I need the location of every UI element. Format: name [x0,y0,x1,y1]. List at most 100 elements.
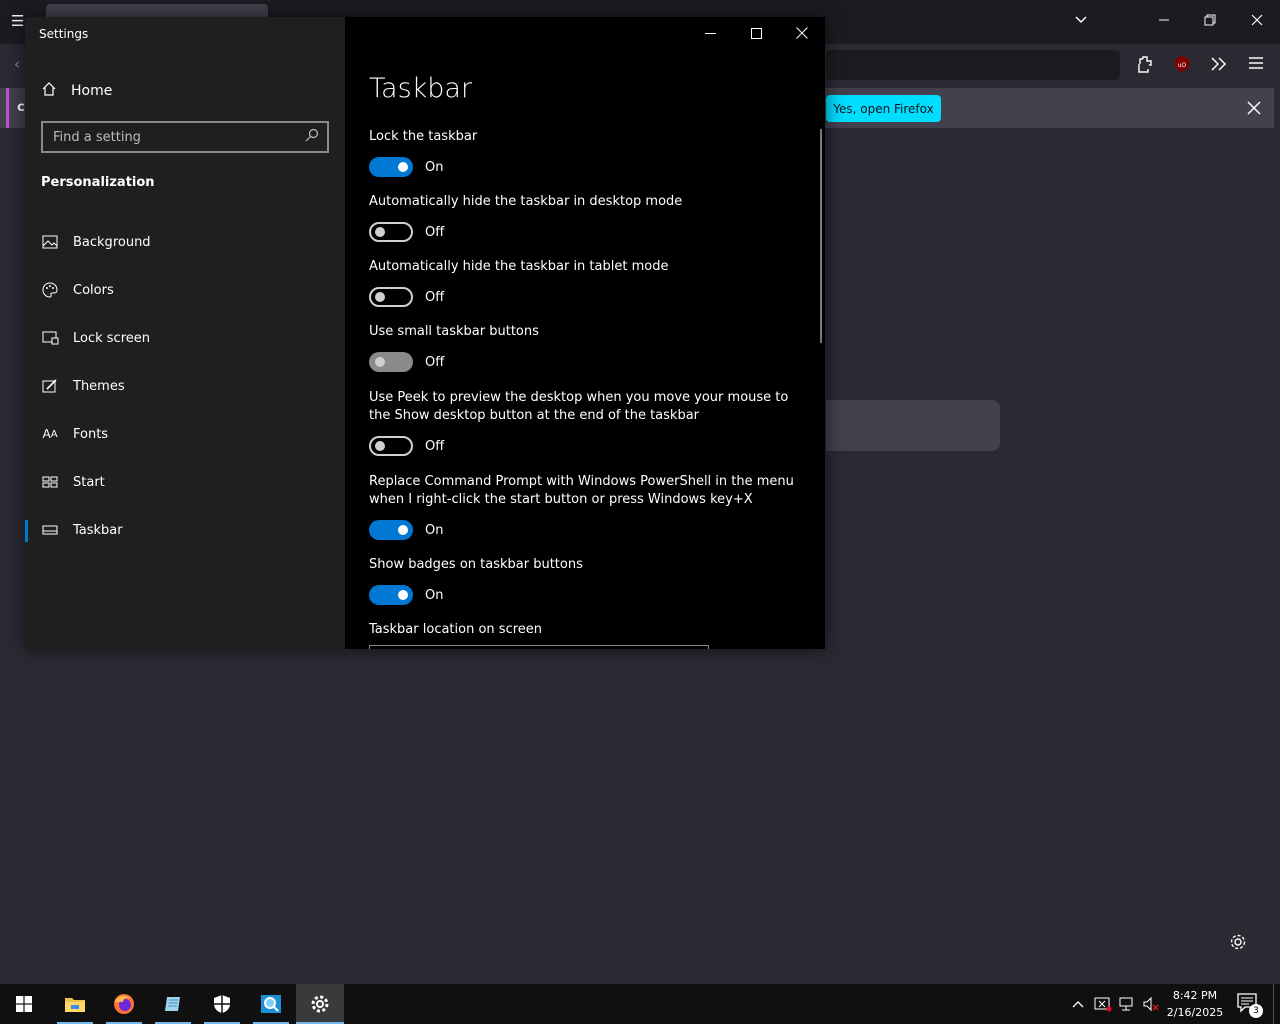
taskbar-magnifier[interactable] [247,984,295,1024]
setting-autohide-tablet: Automatically hide the taskbar in tablet… [369,258,799,307]
powershell-toggle[interactable] [369,520,413,540]
show-desktop-button[interactable] [1273,984,1274,1024]
sidebar-item-lock-screen[interactable]: Lock screen [25,314,345,362]
svg-text:uO: uO [1178,62,1187,69]
autohide-desktop-toggle[interactable] [369,222,413,242]
firefox-url-bar[interactable] [826,50,1120,80]
notification-text: c [17,100,25,115]
toggle-state: Off [425,289,445,305]
firefox-tab-overflow-chevron-icon[interactable] [1074,13,1088,30]
badges-toggle[interactable] [369,585,413,605]
shield-icon [214,995,230,1013]
home-label: Home [71,83,113,99]
search-icon[interactable] [305,128,319,146]
search-input[interactable] [53,129,305,145]
tray-app-icon[interactable] [1092,984,1114,1024]
clock-date: 2/16/2025 [1166,1006,1224,1019]
autohide-tablet-toggle[interactable] [369,287,413,307]
taskbar-notes-app[interactable] [149,984,197,1024]
sidebar-item-label: Colors [73,282,114,298]
toggle-state: On [425,159,444,175]
image-icon [41,235,59,249]
windows-taskbar: 8:42 PM 2/16/2025 3 [0,984,1280,1024]
search-box[interactable] [41,121,329,153]
small-buttons-toggle[interactable] [369,352,413,372]
overflow-menu-icon[interactable] [1210,56,1228,75]
setting-label: Show badges on taskbar buttons [369,557,583,572]
sidebar-item-fonts[interactable]: AA Fonts [25,410,345,458]
notification-count-badge: 3 [1249,1004,1263,1018]
window-title: Settings [39,27,89,41]
sidebar-item-taskbar[interactable]: Taskbar [25,506,345,554]
maximize-icon [750,27,762,39]
section-title: Personalization [41,175,155,190]
network-icon[interactable] [1116,984,1138,1024]
toggle-state: Off [425,224,445,240]
taskbar-location-dropdown[interactable] [369,645,709,649]
taskbar-clock[interactable]: 8:42 PM 2/16/2025 [1162,987,1228,1021]
firefox-minimize-icon[interactable] [1158,14,1170,29]
notification-close-icon[interactable] [1247,101,1261,118]
firefox-content-card [826,400,1000,451]
extensions-icon[interactable] [1136,56,1154,77]
lock-taskbar-toggle[interactable] [369,157,413,177]
toggle-state: On [425,522,444,538]
hamburger-menu-icon[interactable] [1248,56,1264,73]
maximize-button[interactable] [733,17,779,49]
firefox-list-all-tabs-icon[interactable]: ☰ [11,14,24,29]
sidebar-item-label: Background [73,234,151,250]
font-icon: AA [42,427,58,441]
peek-toggle[interactable] [369,436,413,456]
taskbar-file-explorer[interactable] [51,984,99,1024]
yes-open-firefox-button[interactable]: Yes, open Firefox [826,95,941,122]
minimize-button[interactable] [687,17,733,49]
setting-label: Taskbar location on screen [369,622,543,637]
setting-badges: Show badges on taskbar buttons On [369,556,799,605]
close-icon [796,27,808,39]
start-button[interactable] [0,984,48,1024]
close-button[interactable] [779,17,825,49]
firefox-icon [114,994,134,1014]
taskbar-settings[interactable] [296,984,344,1024]
setting-label: Use small taskbar buttons [369,324,539,339]
magnifier-icon [261,995,281,1013]
minimize-icon [704,32,716,34]
folder-icon [65,998,85,1012]
firefox-close-icon[interactable] [1251,14,1263,29]
lock-screen-icon [41,331,59,345]
taskbar-firefox[interactable] [100,984,148,1024]
nav-list: Background Colors Lock screen Themes A A… [25,218,345,554]
sidebar-item-label: Fonts [73,426,109,442]
setting-autohide-desktop: Automatically hide the taskbar in deskto… [369,193,799,242]
ublock-origin-icon[interactable]: uO [1173,55,1191,76]
setting-taskbar-location: Taskbar location on screen [369,621,799,639]
scrollbar[interactable] [820,129,822,343]
setting-label: Use Peek to preview the desktop when you… [369,390,789,423]
gear-icon[interactable] [1229,933,1247,956]
window-controls [687,17,825,49]
setting-label: Lock the taskbar [369,129,478,144]
setting-small-buttons: Use small taskbar buttons Off [369,323,799,372]
firefox-restore-icon[interactable] [1204,14,1216,29]
sidebar-item-colors[interactable]: Colors [25,266,345,314]
setting-lock-taskbar: Lock the taskbar On [369,128,799,177]
sidebar-item-themes[interactable]: Themes [25,362,345,410]
clock-time: 8:42 PM [1172,989,1218,1002]
settings-window: Settings Home Personalization Background [25,17,825,649]
brush-icon [41,379,59,393]
firefox-back-icon[interactable]: ‹ [14,57,20,72]
home-nav-item[interactable]: Home [41,81,112,101]
action-center-button[interactable]: 3 [1235,990,1263,1018]
palette-icon [41,282,59,298]
sidebar-item-background[interactable]: Background [25,218,345,266]
notepad-icon [165,997,180,1011]
taskbar-security[interactable] [198,984,246,1024]
settings-sidebar: Settings Home Personalization Background [25,17,345,649]
page-title: Taskbar [369,73,473,104]
toggle-state: On [425,587,444,603]
taskbar-icon [41,525,59,535]
setting-powershell: Replace Command Prompt with Windows Powe… [369,473,799,540]
show-hidden-icons-chevron-icon[interactable] [1068,984,1088,1024]
sidebar-item-start[interactable]: Start [25,458,345,506]
volume-muted-icon[interactable] [1140,984,1162,1024]
